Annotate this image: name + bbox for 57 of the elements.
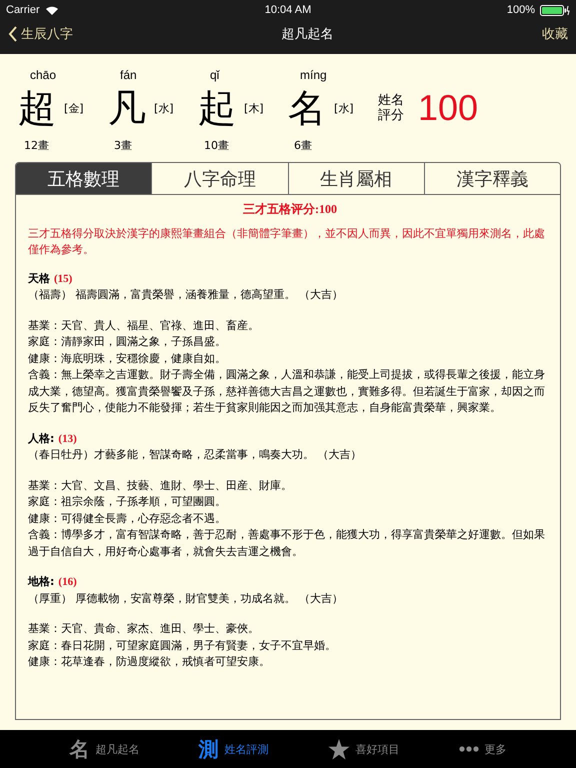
detail-text: 健康：花草逢春，防過度縱欲，戒慎者可望安康。 — [28, 654, 271, 670]
segment-tab[interactable]: 五格數理 — [16, 163, 152, 194]
name-character: 起 — [198, 85, 236, 132]
tab-bar-item[interactable]: 喜好項目 — [328, 738, 400, 760]
stroke-count: 10畫 — [203, 138, 229, 152]
section-title: 天格 — [28, 272, 50, 284]
section-summary: （厚重） 厚德載物，安富尊榮，財官雙美，功成名就。 （大吉） — [28, 590, 344, 606]
detail-text: 基業：大官、文昌、技藝、進財、學士、田産、財庫。 — [28, 478, 293, 494]
pinyin-label: fán — [119, 68, 137, 84]
detail-text: 基業：天官、貴人、福星、官祿、進田、畜産。 — [28, 318, 260, 334]
detail-text: 家庭：清靜家田，圓滿之象，子孫昌盛。 — [28, 334, 227, 350]
detail-text: 健康：海底明珠，安穩徐慶，健康自如。 — [28, 350, 227, 366]
detail-text: 健康：可得健全長壽，心存惡念者不遇。 — [28, 510, 227, 526]
back-button[interactable]: 生辰八字 — [8, 25, 73, 43]
name-character: 凡 — [108, 85, 146, 132]
favorite-button[interactable]: 收藏 — [542, 25, 568, 43]
battery-percent: 100% — [506, 4, 535, 16]
stroke-count: 12畫 — [23, 138, 49, 152]
element-label: [水] — [154, 101, 174, 116]
stroke-count: 6畫 — [293, 138, 312, 152]
segment-tab[interactable]: 漢字釋義 — [424, 163, 560, 194]
star-icon — [328, 738, 350, 760]
more-dots-icon — [458, 746, 478, 752]
time-label: 10:04 AM — [264, 4, 312, 16]
score-heading: 三才五格评分:100 — [242, 201, 338, 218]
pinyin-label: míng — [299, 68, 327, 84]
section-title: 人格: — [28, 432, 54, 444]
section-summary: （福壽） 福壽圓滿，富貴榮譽，涵養雅量，德高望重。 （大吉） — [28, 287, 344, 303]
pinyin-label: qǐ — [209, 68, 220, 84]
section-summary: （春日牡丹）才藝多能，智謀奇略，忍柔當事，鳴奏大功。 （大吉） — [28, 447, 362, 463]
element-label: [金] — [64, 101, 84, 116]
pinyin-label: chāo — [29, 68, 56, 84]
score-value: 100 — [418, 87, 478, 129]
detail-text: 含義：無上榮幸之吉運數。財子壽全備，圓滿之象，人溫和恭謙，能受上司提拔，或得長輩之後援，能立身成大業，德望高。獲富貴榮譽饗及子孫，慈祥善德大吉昌之運數也，實難多得。但若誕生于富家，却因之而反失了奮門心，使能力不能發揮；若生于貧家則能因之而加强其意志，自身能富貴榮華，興家業。 — [28, 367, 546, 416]
detail-text: 含義：博學多才，富有智謀奇略，善于忍耐，善處事不形于色，能獲大功，得享富貴榮華之好運數。但如果過于自信自大，用好奇心處事者，就會失去吉運之機會。 — [28, 527, 546, 560]
section-score: (16) — [58, 576, 77, 588]
name-character: 超 — [18, 85, 56, 132]
detail-text: 基業：天官、貴命、家杰、進田、學士、豪俠。 — [28, 621, 260, 637]
nav-title: 超凡起名 — [282, 26, 334, 43]
element-label: [水] — [334, 101, 354, 116]
tab-bar-item[interactable]: 測 姓名評測 — [198, 736, 268, 762]
name-character: 名 — [288, 85, 326, 132]
carrier-label: Carrier — [6, 4, 40, 16]
score-label: 姓名評分 — [378, 93, 405, 123]
tab-bar-item[interactable]: 更多 — [458, 742, 506, 756]
tab-bar-item[interactable]: 名 超凡起名 — [70, 736, 140, 762]
element-label: [木] — [244, 101, 264, 116]
stroke-count: 3畫 — [113, 138, 132, 152]
section-score: (13) — [58, 432, 77, 444]
section-title: 地格: — [28, 575, 54, 588]
detail-text: 家庭：祖宗余蔭，子孫孝順，可望團圓。 — [28, 494, 227, 510]
detail-text: 家庭：春日花開，可望家庭圓滿，男子有賢妻，女子不宜早婚。 — [28, 638, 337, 654]
back-chevron-icon — [8, 26, 18, 42]
battery-icon — [540, 4, 570, 16]
section-score: (15) — [54, 272, 72, 284]
wifi-icon — [44, 5, 59, 15]
notice-text: 三才五格得分取決於漢字的康熙筆畫組合（非簡體字筆畫），並不因人而異，因此不宜單獨用來測名，此處僅作為參考。 — [28, 226, 546, 258]
